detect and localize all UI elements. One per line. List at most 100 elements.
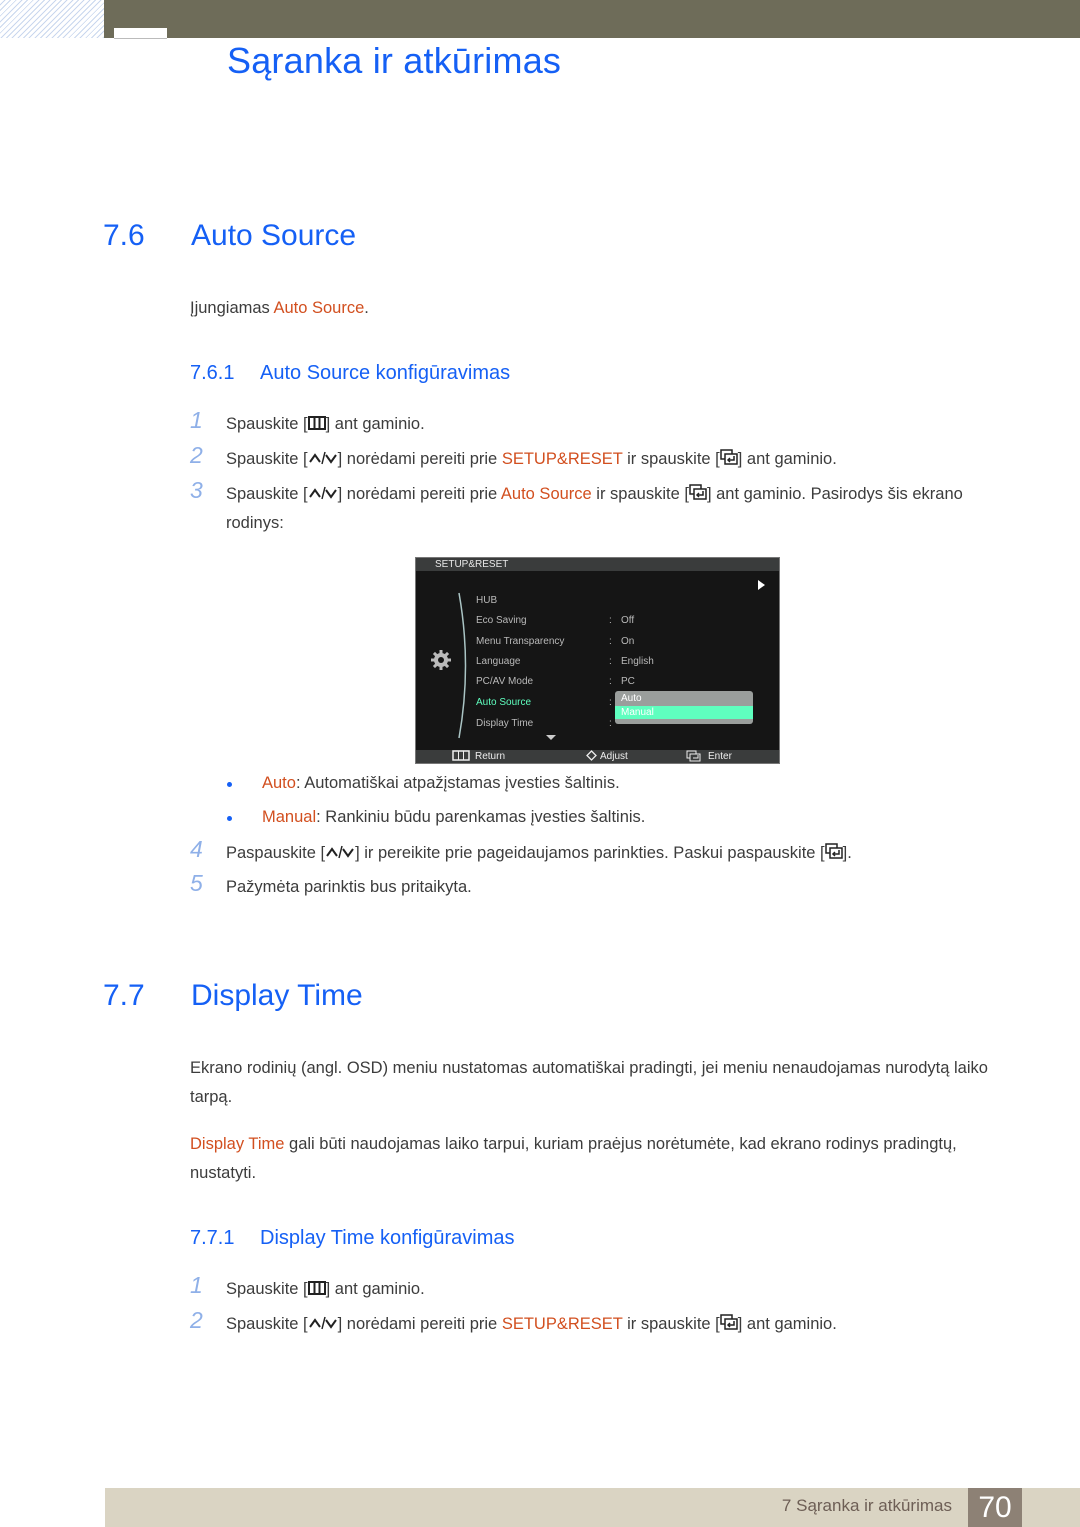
intro-paragraph: Įjungiamas Auto Source. (190, 294, 369, 323)
section-number: 7.7 (103, 979, 145, 1012)
page-number: 70 (968, 1488, 1022, 1527)
subsection-number: 7.7.1 (190, 1227, 235, 1249)
header-tab (114, 28, 167, 39)
bullet-dot (227, 782, 232, 787)
footer-chapter-label: 7 Sąranka ir atkūrimas (781, 1496, 952, 1515)
osd-option-manual-selected[interactable]: Manual (615, 706, 753, 719)
step-text: ] ant gaminio. (737, 450, 837, 468)
enter-button-icon (824, 840, 843, 868)
step-text: ]. (842, 844, 852, 862)
display-time-paragraph-1: Ekrano rodinių (angl. OSD) meniu nustato… (190, 1059, 988, 1106)
step-text: ] ant gaminio. (325, 1280, 425, 1298)
step-text: ir spauskite [ (622, 450, 720, 468)
bullet-text: : Rankiniu būdu parenkamas įvesties šalt… (316, 808, 646, 826)
osd-option-auto[interactable]: Auto (621, 693, 642, 704)
step-text: ] ir pereikite prie pageidaujamos parink… (355, 844, 825, 862)
intro-highlight: Auto Source (273, 299, 365, 317)
bullet-highlight: Manual (262, 808, 317, 826)
enter-button-icon (686, 750, 702, 765)
display-time-paragraph-2: Display Time gali būti naudojamas laiko … (190, 1130, 1010, 1188)
step-text: Pažymėta parinktis bus pritaikyta. (226, 878, 472, 896)
bullet-highlight: Auto (262, 774, 296, 792)
osd-adjust-label: Adjust (600, 751, 628, 762)
osd-item-value: English (621, 656, 654, 667)
osd-item-label: Menu Transparency (476, 636, 565, 647)
subsection-title: Auto Source konfigūravimas (260, 362, 511, 384)
step-text: ir spauskite [ (622, 1315, 720, 1333)
osd-item-value: On (621, 636, 635, 647)
header-hatch-decoration (0, 0, 104, 38)
header-bar (104, 0, 1080, 38)
enter-button-icon (720, 1311, 738, 1339)
step-text: Spauskite [ (226, 415, 308, 433)
step-number: 2 (190, 1307, 203, 1333)
enter-button-icon (689, 481, 707, 509)
step-text: Spauskite [ (226, 1280, 308, 1298)
step-text: Paspauskite [ (226, 844, 326, 862)
osd-enter-label: Enter (708, 751, 732, 762)
step-text: ir spauskite [ (591, 485, 689, 503)
section-title: Auto Source (191, 219, 357, 252)
adjust-diamond-icon (586, 750, 597, 764)
osd-item-value: PC (621, 676, 635, 687)
menu-button-icon (307, 1276, 326, 1304)
page-footer: 7 Sąranka ir atkūrimas (105, 1488, 1080, 1527)
menu-button-icon (307, 411, 326, 439)
up-down-arrows-icon (308, 481, 338, 509)
step-number: 3 (190, 477, 203, 503)
step-number: 5 (190, 870, 203, 896)
step-text: ] norėdami pereiti prie (337, 1315, 502, 1333)
step-text: ] ant gaminio. (325, 415, 425, 433)
step-text: Spauskite [ (226, 485, 308, 503)
up-down-arrows-icon (308, 1311, 338, 1339)
chapter-title: Sąranka ir atkūrimas (227, 40, 562, 81)
step-highlight: Auto Source (500, 485, 592, 503)
osd-screen: SETUP&RESET HUB Eco Saving: Off Menu Tran… (415, 557, 780, 764)
osd-dropdown[interactable]: Auto Manual (615, 691, 753, 724)
osd-item-language[interactable]: Language: English (476, 656, 654, 667)
osd-return-label: Return (475, 751, 506, 762)
subsection-title: Display Time konfigūravimas (260, 1227, 515, 1249)
osd-item-auto-source[interactable]: Auto Source: (476, 697, 612, 708)
osd-header: SETUP&RESET (416, 558, 779, 571)
step-highlight: SETUP&RESET (501, 450, 623, 468)
enter-button-icon (720, 446, 738, 474)
intro-suffix: . (364, 299, 369, 317)
step-text: Spauskite [ (226, 450, 308, 468)
step-text: ] norėdami pereiti prie (337, 450, 502, 468)
step-number: 4 (190, 836, 203, 862)
osd-item-menu-transparency[interactable]: Menu Transparency: On (476, 636, 634, 647)
subsection-number: 7.6.1 (190, 362, 235, 384)
step-highlight: SETUP&RESET (501, 1315, 623, 1333)
bullet-text: : Automatiškai atpažįstamas įvesties šal… (295, 774, 620, 792)
step-text: ] norėdami pereiti prie (337, 485, 501, 503)
step-text: ] ant gaminio. (737, 1315, 837, 1333)
intro-text: Įjungiamas (190, 299, 274, 317)
osd-item-label: HUB (476, 595, 498, 606)
osd-item-eco-saving[interactable]: Eco Saving: Off (476, 615, 634, 626)
paragraph-text: gali būti naudojamas laiko tarpui, kuria… (190, 1135, 957, 1182)
section-title: Display Time (191, 979, 363, 1012)
gear-icon (431, 650, 451, 670)
step-number: 2 (190, 442, 203, 468)
osd-item-label: PC/AV Mode (476, 676, 534, 687)
scroll-down-arrow-icon (546, 735, 556, 740)
osd-item-pc-av-mode[interactable]: PC/AV Mode: PC (476, 676, 635, 687)
step-number: 1 (190, 1272, 203, 1298)
up-down-arrows-icon (325, 840, 355, 868)
menu-button-icon (452, 750, 470, 764)
osd-item-label: Display Time (476, 718, 534, 729)
osd-item-label: Eco Saving (476, 615, 527, 626)
up-down-arrows-icon (308, 446, 338, 474)
osd-item-display-time[interactable]: Display Time: (476, 718, 612, 729)
osd-item-value: Off (621, 615, 635, 626)
osd-item-label: Language (476, 656, 521, 667)
paragraph-highlight: Display Time (190, 1135, 285, 1153)
bullet-dot (227, 816, 232, 821)
osd-footer: Return Adjust Enter (416, 750, 779, 763)
step-text: Spauskite [ (226, 1315, 308, 1333)
section-number: 7.6 (103, 219, 145, 252)
osd-item-label: Auto Source (476, 697, 532, 708)
osd-item-hub[interactable]: HUB (476, 595, 497, 606)
step-number: 1 (190, 407, 203, 433)
